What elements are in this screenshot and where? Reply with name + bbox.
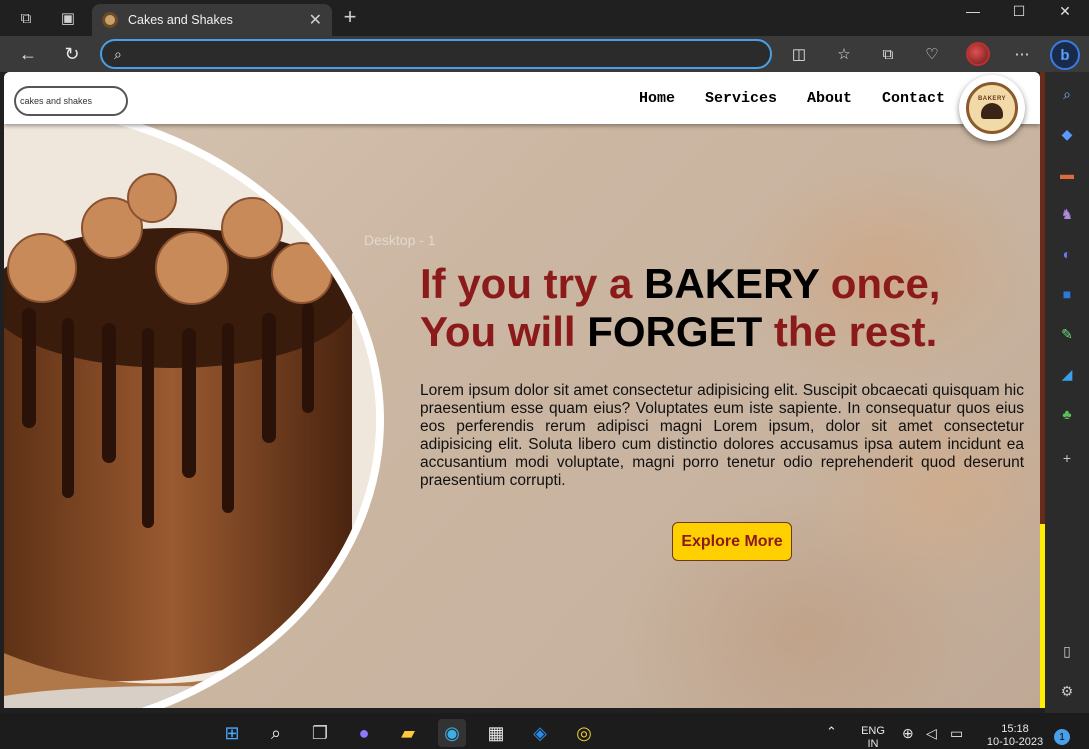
favorites-icon[interactable]: ☆ (832, 42, 856, 66)
headline-emphasis: FORGET (587, 308, 763, 355)
clock[interactable]: 15:18 10-10-2023 (980, 723, 1050, 749)
page-viewport: Home Services About Contact BAKERY (4, 72, 1040, 708)
nav-home[interactable]: Home (639, 90, 675, 107)
copilot-icon[interactable]: ◐ (1055, 242, 1079, 266)
workspaces-icon[interactable]: ⧉ (12, 6, 40, 30)
windows-start-icon[interactable]: ⊞ (218, 719, 246, 747)
tab-strip: ⧉ ▣ Cakes and Shakes ✕ + — ☐ ✕ (0, 0, 1089, 36)
profile-avatar[interactable] (966, 42, 990, 66)
notification-badge[interactable]: 1 (1054, 729, 1070, 745)
site-nav: Home Services About Contact (639, 90, 945, 107)
headline-part: once, (819, 260, 941, 307)
edge-sidebar: ⌕ ◆ ▬ ♞ ◐ ■ ✎ ◢ ♣ + ▯ ⚙ (1045, 72, 1089, 713)
more-icon[interactable]: ⋯ (1010, 42, 1034, 66)
address-toolbar: ← ↻ ⌕ ◫ ☆ ⧉ ♡ ⋯ (0, 36, 1089, 72)
bakery-logo[interactable]: BAKERY (959, 75, 1025, 141)
minimize-icon[interactable]: — (950, 0, 996, 22)
bing-icon[interactable]: b (1050, 40, 1080, 70)
vertical-tabs-icon[interactable]: ▣ (54, 6, 82, 30)
teams-icon[interactable]: ● (350, 719, 378, 747)
search-icon[interactable]: ⌕ (262, 719, 290, 747)
file-explorer-icon[interactable]: ▰ (394, 719, 422, 747)
health-icon[interactable]: ♡ (920, 42, 944, 66)
nav-contact[interactable]: Contact (882, 90, 945, 107)
logo-text: BAKERY (977, 96, 1007, 102)
shopping-icon[interactable]: ◆ (1055, 122, 1079, 146)
tools-icon[interactable]: ▬ (1055, 162, 1079, 186)
vscode-icon[interactable]: ◈ (526, 719, 554, 747)
region-text: IN (867, 738, 879, 749)
headline-emphasis: BAKERY (644, 260, 820, 307)
edge-icon[interactable]: ◉ (438, 719, 466, 747)
collections-icon[interactable]: ⧉ (876, 42, 900, 66)
headline-part: the rest. (762, 308, 938, 355)
back-icon[interactable]: ← (14, 41, 42, 67)
explore-more-button[interactable]: Explore More (672, 522, 792, 561)
taskbar: ⊞ ⌕ ❐ ● ▰ ◉ ▦ ◈ ◎ ⌃ ENG IN ⊕ ◁ ▭ 15:18 1… (0, 713, 1089, 749)
hero-content: If you try a BAKERY once, You will FORGE… (420, 260, 1024, 490)
battery-icon[interactable]: ▭ (950, 726, 963, 740)
settings-icon[interactable]: ⚙ (1055, 679, 1079, 703)
close-window-icon[interactable]: ✕ (1042, 0, 1088, 22)
tree-icon[interactable]: ♣ (1055, 402, 1079, 426)
site-navbar: Home Services About Contact (4, 72, 1040, 124)
tray-chevron-icon[interactable]: ⌃ (826, 725, 837, 738)
hero-paragraph: Lorem ipsum dolor sit amet consectetur a… (420, 382, 1024, 489)
panel-icon[interactable]: ▯ (1055, 639, 1079, 663)
site-favicon-icon (102, 12, 118, 28)
nav-about[interactable]: About (807, 90, 852, 107)
designer-icon[interactable]: ✎ (1055, 322, 1079, 346)
time-text: 15:18 (1001, 723, 1029, 735)
close-tab-icon[interactable]: ✕ (309, 10, 322, 30)
split-screen-icon[interactable]: ◫ (787, 42, 811, 66)
search-icon: ⌕ (114, 45, 122, 62)
outlook-icon[interactable]: ■ (1055, 282, 1079, 306)
new-tab-button[interactable]: + (338, 6, 362, 30)
maximize-icon[interactable]: ☐ (996, 0, 1042, 22)
volume-icon[interactable]: ◁ (926, 726, 937, 740)
task-view-icon[interactable]: ❐ (306, 719, 334, 747)
chrome-icon[interactable]: ◎ (570, 719, 598, 747)
tab-cakes-and-shakes[interactable]: Cakes and Shakes ✕ (92, 4, 332, 36)
language-indicator[interactable]: ENG IN (858, 725, 888, 749)
hero-headline: If you try a BAKERY once, You will FORGE… (420, 260, 1024, 356)
store-icon[interactable]: ▦ (482, 719, 510, 747)
watermark-text: Desktop - 1 (364, 232, 436, 248)
address-bar[interactable]: ⌕ (100, 39, 772, 69)
search-icon[interactable]: ⌕ (1055, 82, 1079, 106)
drop-icon[interactable]: ◢ (1055, 362, 1079, 386)
headline-part: You will (420, 308, 588, 355)
chef-hat-icon (981, 103, 1003, 119)
network-icon[interactable]: ⊕ (902, 726, 914, 740)
tab-title: Cakes and Shakes (128, 13, 233, 27)
nav-services[interactable]: Services (705, 90, 777, 107)
date-text: 10-10-2023 (986, 736, 1044, 748)
address-input[interactable] (135, 46, 736, 62)
games-icon[interactable]: ♞ (1055, 202, 1079, 226)
add-icon[interactable]: + (1055, 446, 1079, 470)
language-text: ENG (861, 725, 885, 737)
refresh-icon[interactable]: ↻ (58, 41, 86, 67)
logo-badge: BAKERY (966, 82, 1018, 134)
headline-part: If you try a (420, 260, 645, 307)
site-search-input[interactable] (14, 86, 128, 116)
